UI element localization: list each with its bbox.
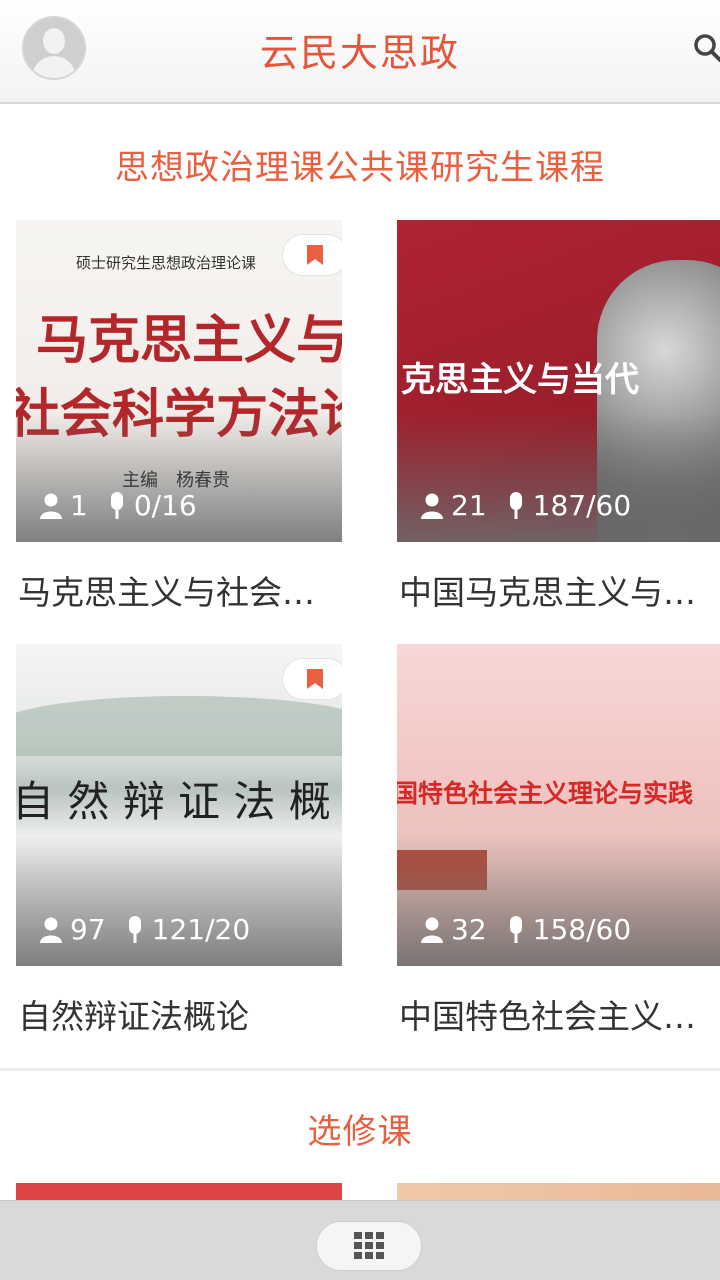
menu-button[interactable]: [316, 1221, 422, 1271]
user-icon: [421, 493, 443, 519]
grid-menu-icon: [354, 1232, 384, 1259]
course-thumbnail[interactable]: 国特色社会主义理论与实践 32 158/60: [397, 644, 720, 966]
bookmark-button[interactable]: [282, 658, 342, 700]
lesson-count: 121/20: [151, 913, 251, 946]
cover-title-line: 克思主义与当代: [401, 360, 639, 400]
bookmark-button[interactable]: [282, 234, 342, 276]
cover-title-line: 马克思主义与: [36, 310, 342, 371]
lesson-count: 158/60: [532, 913, 632, 946]
course-stats: 32 158/60: [421, 913, 651, 946]
course-title[interactable]: 中国马克思主义与…: [399, 566, 720, 614]
microphone-icon: [509, 915, 522, 943]
bookmark-icon: [307, 245, 323, 265]
learner-count: 21: [451, 489, 487, 522]
app-header: 云民大思政: [0, 0, 720, 104]
course-card[interactable]: 硕士研究生思想政治理论课 马克思主义与 社会科学方法论 主编 杨春贵 1 0/1…: [16, 220, 342, 620]
user-icon: [40, 493, 62, 519]
course-thumbnail[interactable]: 硕士研究生思想政治理论课 马克思主义与 社会科学方法论 主编 杨春贵 1 0/1…: [16, 220, 342, 542]
course-stats: 21 187/60: [421, 489, 651, 522]
course-stats: 1 0/16: [40, 489, 217, 522]
course-card[interactable]: 克思主义与当代 21 187/60 中国马克思主义与…: [397, 220, 720, 620]
learner-count: 97: [70, 913, 106, 946]
section-title-electives: 选修课: [307, 1112, 413, 1152]
course-title[interactable]: 马克思主义与社会…: [18, 566, 342, 614]
course-thumbnail[interactable]: 克思主义与当代 21 187/60: [397, 220, 720, 542]
search-icon[interactable]: [692, 30, 720, 66]
thumbnail-shade: [397, 836, 720, 966]
learner-count: 32: [451, 913, 487, 946]
cover-title-line: 国特色社会主义理论与实践: [397, 779, 694, 808]
learner-count: 1: [70, 489, 88, 522]
course-title[interactable]: 自然辩证法概论: [18, 990, 342, 1038]
microphone-icon: [509, 491, 522, 519]
user-icon: [40, 917, 62, 943]
section-divider: [0, 1068, 720, 1071]
microphone-icon: [128, 915, 141, 943]
microphone-icon: [110, 491, 123, 519]
course-card[interactable]: 国特色社会主义理论与实践 32 158/60 中国特色社会主义…: [397, 644, 720, 1044]
cover-series-text: 硕士研究生思想政治理论课: [76, 254, 257, 272]
section-title-required: 思想政治理课公共课研究生课程: [115, 148, 605, 188]
bottom-bar: [0, 1200, 720, 1280]
course-title[interactable]: 中国特色社会主义…: [399, 990, 720, 1038]
cover-title-line: 自 然 辩 证 法 概: [16, 777, 331, 826]
mountain-shape: [16, 696, 342, 756]
lesson-count: 0/16: [133, 489, 197, 522]
lesson-count: 187/60: [532, 489, 632, 522]
app-title: 云民大思政: [259, 31, 460, 75]
thumbnail-shade: [16, 836, 342, 966]
user-icon: [421, 917, 443, 943]
course-card[interactable]: 自 然 辩 证 法 概 97 121/20 自然辩证法概论: [16, 644, 342, 1044]
course-thumbnail[interactable]: 自 然 辩 证 法 概 97 121/20: [16, 644, 342, 966]
course-stats: 97 121/20: [40, 913, 270, 946]
thumbnail-shade: [397, 412, 720, 542]
bookmark-icon: [307, 669, 323, 689]
